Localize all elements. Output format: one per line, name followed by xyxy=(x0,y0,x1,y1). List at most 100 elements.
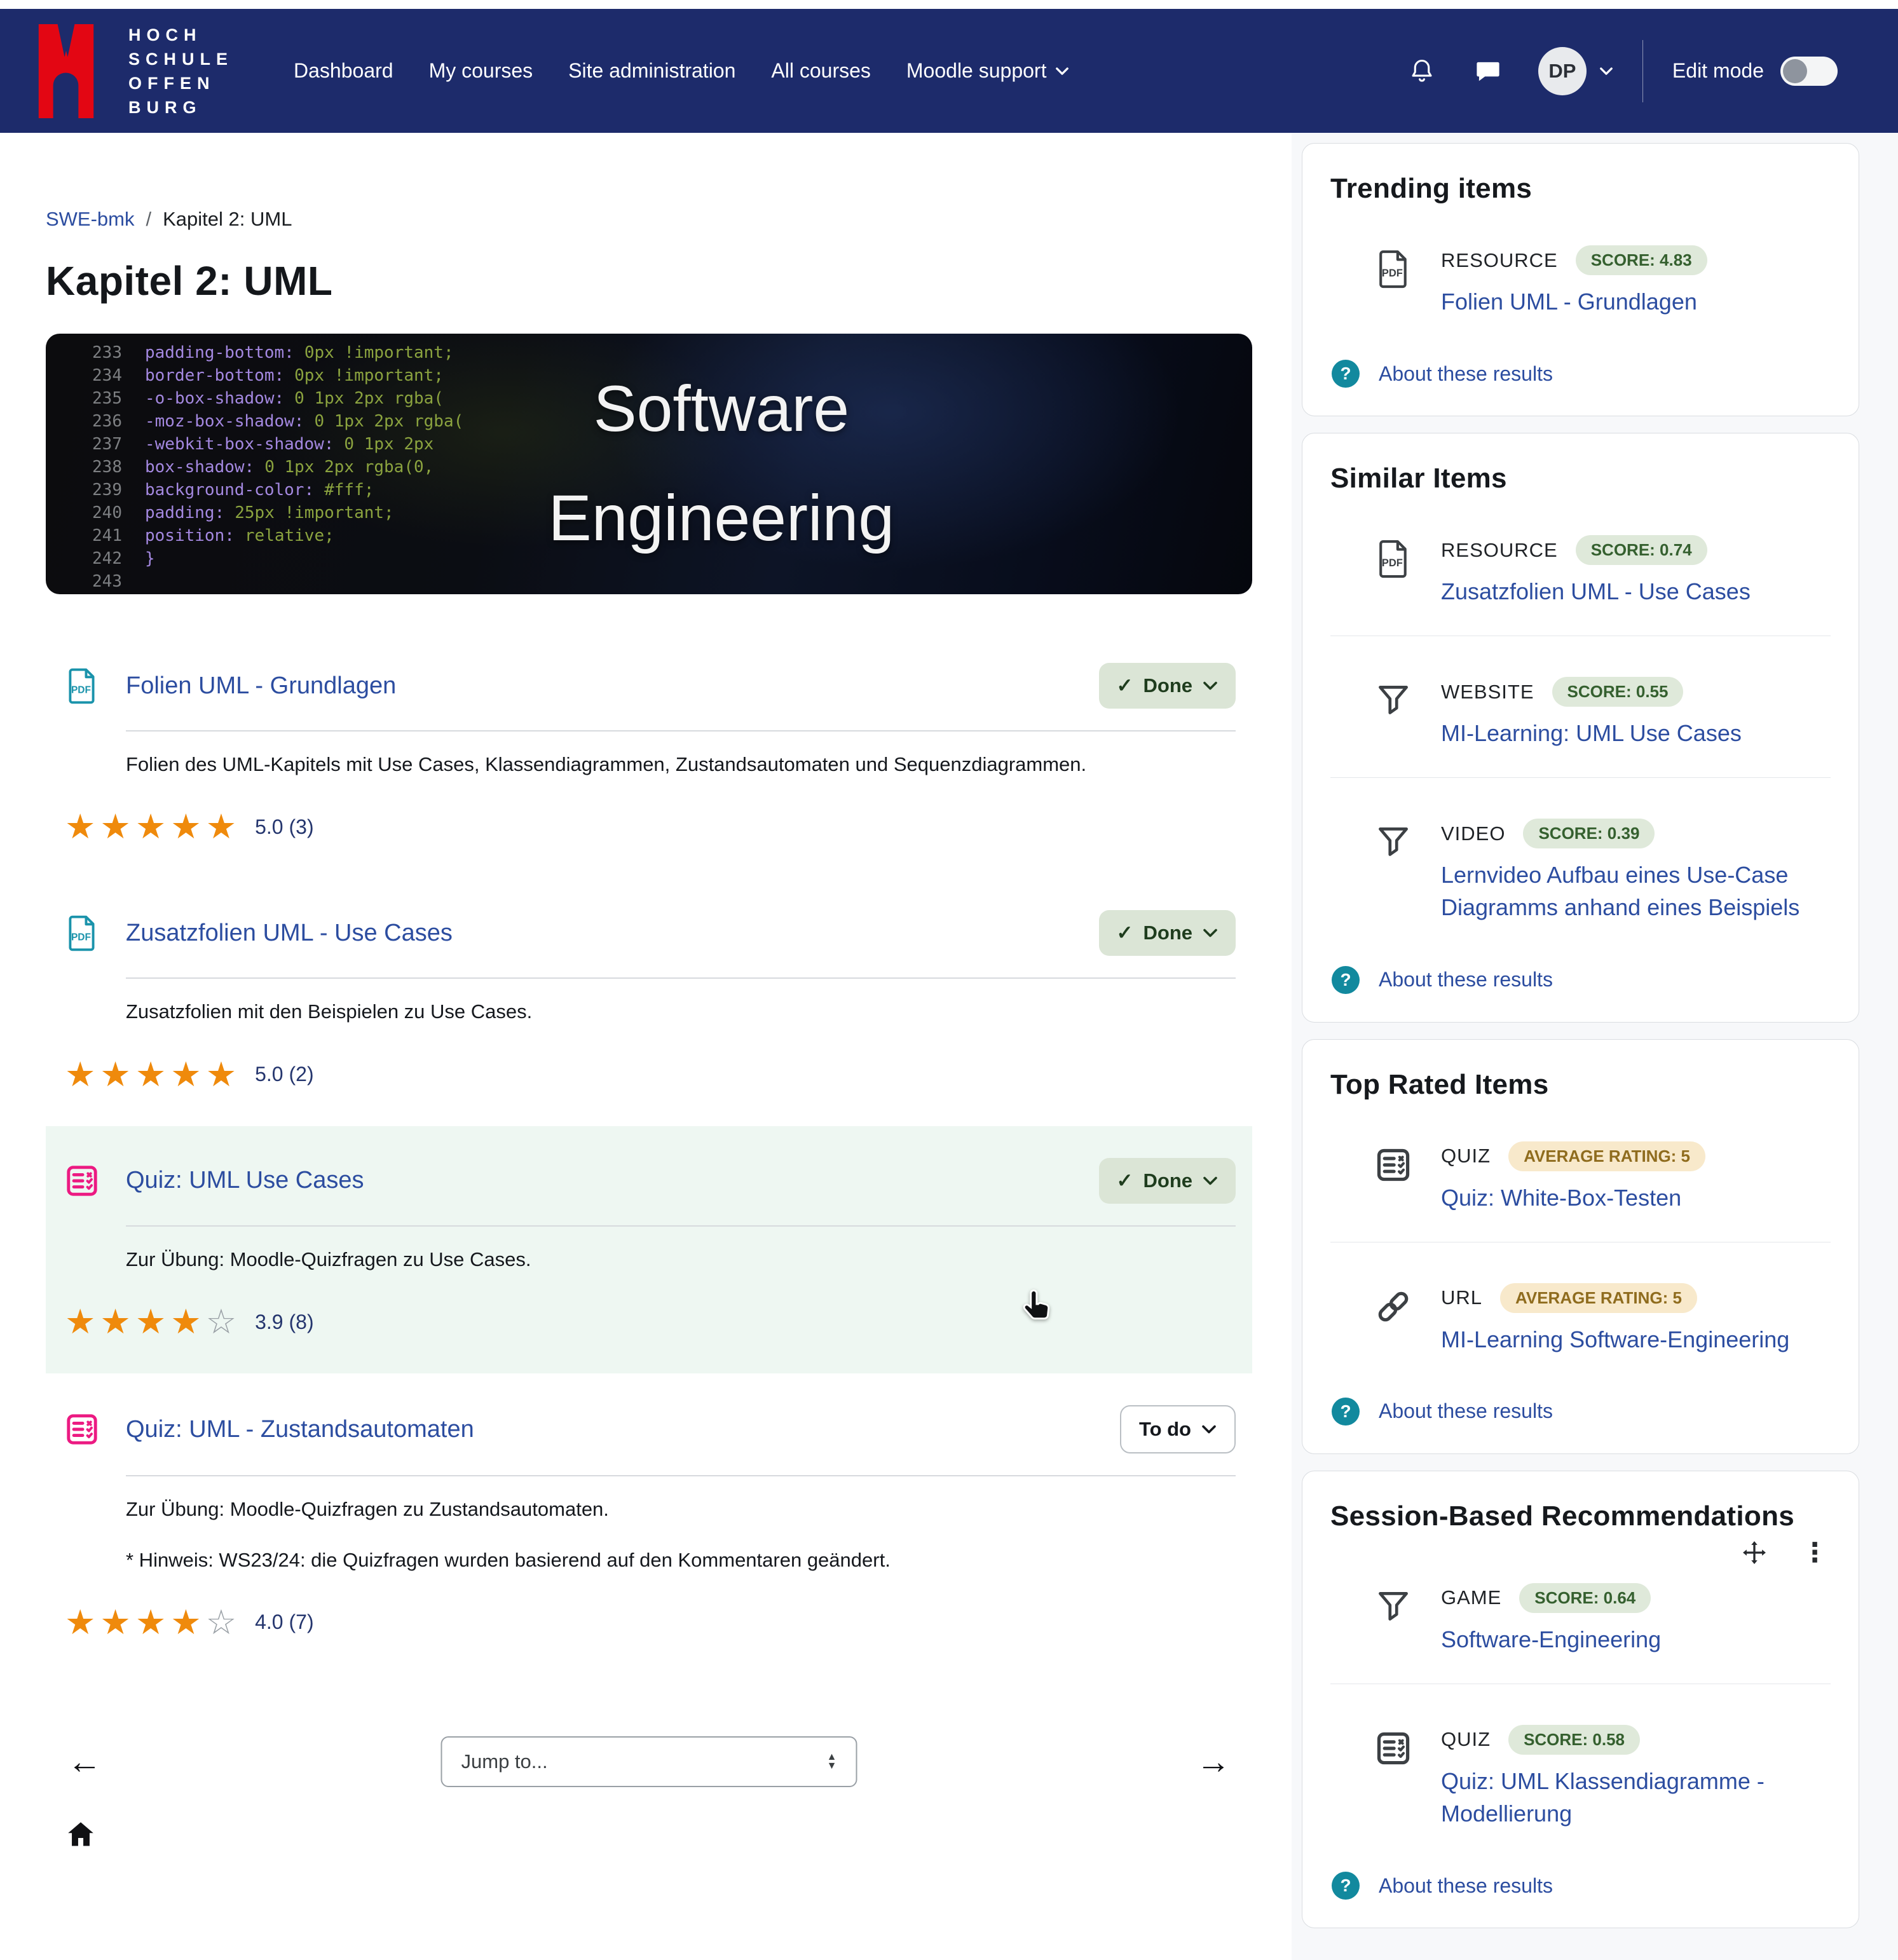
chevron-down-icon xyxy=(1599,67,1613,76)
activity-link[interactable]: Quiz: UML - Zustandsautomaten xyxy=(126,1416,474,1443)
item-link[interactable]: Quiz: UML Klassendiagramme - Modellierun… xyxy=(1441,1765,1831,1830)
help-icon[interactable]: ? xyxy=(1332,360,1360,388)
completion-status-button[interactable]: ✓ Done xyxy=(1099,910,1236,956)
help-icon[interactable]: ? xyxy=(1332,1398,1360,1426)
activity-note: * Hinweis: WS23/24: die Quizfragen wurde… xyxy=(126,1546,1236,1574)
star-filled-icon[interactable]: ★ xyxy=(135,1303,170,1341)
block-menu-kebab-icon[interactable]: ⋮ xyxy=(1801,1539,1828,1566)
star-filled-icon[interactable]: ★ xyxy=(65,1056,100,1094)
star-empty-icon[interactable]: ☆ xyxy=(206,1303,241,1341)
activity-divider xyxy=(126,730,1236,732)
rating-value: 4.0 (7) xyxy=(255,1610,313,1634)
item-link[interactable]: Software-Engineering xyxy=(1441,1623,1661,1656)
about-these-results-link[interactable]: About these results xyxy=(1379,1874,1553,1898)
help-icon[interactable]: ? xyxy=(1332,1872,1360,1900)
star-rating[interactable]: ★★★★☆ xyxy=(65,1305,241,1339)
item-link[interactable]: MI-Learning Software-Engineering xyxy=(1441,1323,1789,1356)
star-rating[interactable]: ★★★★★ xyxy=(65,810,241,844)
about-these-results-link[interactable]: About these results xyxy=(1379,362,1553,386)
quiz-icon xyxy=(1372,1727,1414,1830)
item-link[interactable]: Quiz: White-Box-Testen xyxy=(1441,1181,1705,1214)
item-type-label: WEBSITE xyxy=(1441,681,1534,704)
star-filled-icon[interactable]: ★ xyxy=(100,1056,135,1094)
star-filled-icon[interactable]: ★ xyxy=(100,1303,135,1341)
edit-mode-label: Edit mode xyxy=(1672,59,1764,83)
nav-all-courses[interactable]: All courses xyxy=(771,59,871,83)
user-menu[interactable]: DP xyxy=(1538,47,1613,95)
card-title: Trending items xyxy=(1330,173,1831,205)
about-these-results-link[interactable]: About these results xyxy=(1379,1399,1553,1423)
star-filled-icon[interactable]: ★ xyxy=(100,1603,135,1642)
star-filled-icon[interactable]: ★ xyxy=(170,1303,205,1341)
star-filled-icon[interactable]: ★ xyxy=(206,808,241,846)
item-link[interactable]: Lernvideo Aufbau eines Use-Case Diagramm… xyxy=(1441,859,1831,923)
check-icon: ✓ xyxy=(1117,1169,1133,1192)
activity-divider xyxy=(126,1225,1236,1227)
item-link[interactable]: Zusatzfolien UML - Use Cases xyxy=(1441,575,1751,608)
star-rating[interactable]: ★★★★★ xyxy=(65,1058,241,1092)
nav-my-courses[interactable]: My courses xyxy=(429,59,533,83)
list-item: GAME SCORE: 0.64 Software-Engineering xyxy=(1330,1583,1831,1656)
section-hero-image: 233padding-bottom:0px !important; 234bor… xyxy=(46,334,1252,594)
completion-status-button[interactable]: ✓ Done xyxy=(1099,663,1236,709)
move-block-icon[interactable] xyxy=(1740,1539,1768,1567)
primary-navigation: Dashboard My courses Site administration… xyxy=(294,59,1069,83)
previous-section-arrow-icon[interactable]: ← xyxy=(46,1742,123,1781)
notifications-bell-icon[interactable] xyxy=(1407,57,1437,86)
section-navigation: ← Jump to... ▲▼ → xyxy=(46,1735,1252,1788)
activity-description: Folien des UML-Kapitels mit Use Cases, K… xyxy=(126,751,1236,778)
help-icon[interactable]: ? xyxy=(1332,966,1360,994)
star-filled-icon[interactable]: ★ xyxy=(65,1303,100,1341)
item-type-label: RESOURCE xyxy=(1441,539,1558,562)
item-type-label: GAME xyxy=(1441,1586,1501,1609)
star-filled-icon[interactable]: ★ xyxy=(206,1056,241,1094)
hero-title: Software Engineering xyxy=(287,363,1156,564)
about-these-results-link[interactable]: About these results xyxy=(1379,968,1553,991)
item-link[interactable]: MI-Learning: UML Use Cases xyxy=(1441,717,1742,749)
star-rating[interactable]: ★★★★☆ xyxy=(65,1605,241,1640)
university-logo[interactable]: HOCH SCHULE OFFEN BURG xyxy=(38,23,233,119)
star-filled-icon[interactable]: ★ xyxy=(170,808,205,846)
star-filled-icon[interactable]: ★ xyxy=(170,1056,205,1094)
card-title: Top Rated Items xyxy=(1330,1069,1831,1101)
item-type-label: RESOURCE xyxy=(1441,249,1558,272)
course-main-content: SWE-bmk / Kapitel 2: UML Kapitel 2: UML … xyxy=(0,133,1292,1960)
list-item: QUIZ AVERAGE RATING: 5 Quiz: White-Box-T… xyxy=(1330,1141,1831,1214)
star-filled-icon[interactable]: ★ xyxy=(100,808,135,846)
activity-description: Zusatzfolien mit den Beispielen zu Use C… xyxy=(126,998,1236,1025)
nav-dashboard[interactable]: Dashboard xyxy=(294,59,393,83)
quiz-icon xyxy=(1372,1144,1414,1214)
avatar[interactable]: DP xyxy=(1538,47,1587,95)
star-filled-icon[interactable]: ★ xyxy=(135,808,170,846)
star-filled-icon[interactable]: ★ xyxy=(135,1603,170,1642)
nav-site-administration[interactable]: Site administration xyxy=(568,59,735,83)
jump-to-select[interactable]: Jump to... ▲▼ xyxy=(441,1736,857,1787)
star-empty-icon[interactable]: ☆ xyxy=(206,1603,241,1642)
about-results-row: ? About these results xyxy=(1330,1398,1831,1426)
breadcrumb: SWE-bmk / Kapitel 2: UML xyxy=(46,208,1252,231)
list-item: VIDEO SCORE: 0.39 Lernvideo Aufbau eines… xyxy=(1330,819,1831,923)
edit-mode-toggle[interactable] xyxy=(1780,57,1838,86)
completion-status-button[interactable]: ✓ Done xyxy=(1099,1158,1236,1204)
star-filled-icon[interactable]: ★ xyxy=(65,1603,100,1642)
nav-moodle-support[interactable]: Moodle support xyxy=(906,59,1070,83)
star-filled-icon[interactable]: ★ xyxy=(135,1056,170,1094)
rating-badge: AVERAGE RATING: 5 xyxy=(1500,1283,1697,1313)
activity-link[interactable]: Folien UML - Grundlagen xyxy=(126,672,396,700)
star-filled-icon[interactable]: ★ xyxy=(170,1603,205,1642)
activity-link[interactable]: Quiz: UML Use Cases xyxy=(126,1167,364,1194)
breadcrumb-course-link[interactable]: SWE-bmk xyxy=(46,208,135,231)
activity-link[interactable]: Zusatzfolien UML - Use Cases xyxy=(126,920,453,947)
completion-status-button[interactable]: To do xyxy=(1120,1405,1236,1453)
chevron-down-icon xyxy=(1203,681,1218,691)
star-filled-icon[interactable]: ★ xyxy=(65,808,100,846)
score-badge: SCORE: 0.64 xyxy=(1519,1583,1651,1613)
chevron-down-icon xyxy=(1203,1176,1218,1186)
messages-chat-icon[interactable] xyxy=(1473,57,1503,86)
home-row xyxy=(46,1818,1252,1852)
item-divider xyxy=(1330,777,1831,778)
next-section-arrow-icon[interactable]: → xyxy=(1175,1742,1252,1781)
item-link[interactable]: Folien UML - Grundlagen xyxy=(1441,285,1707,318)
breadcrumb-current: Kapitel 2: UML xyxy=(163,208,292,231)
home-icon[interactable] xyxy=(64,1818,98,1852)
